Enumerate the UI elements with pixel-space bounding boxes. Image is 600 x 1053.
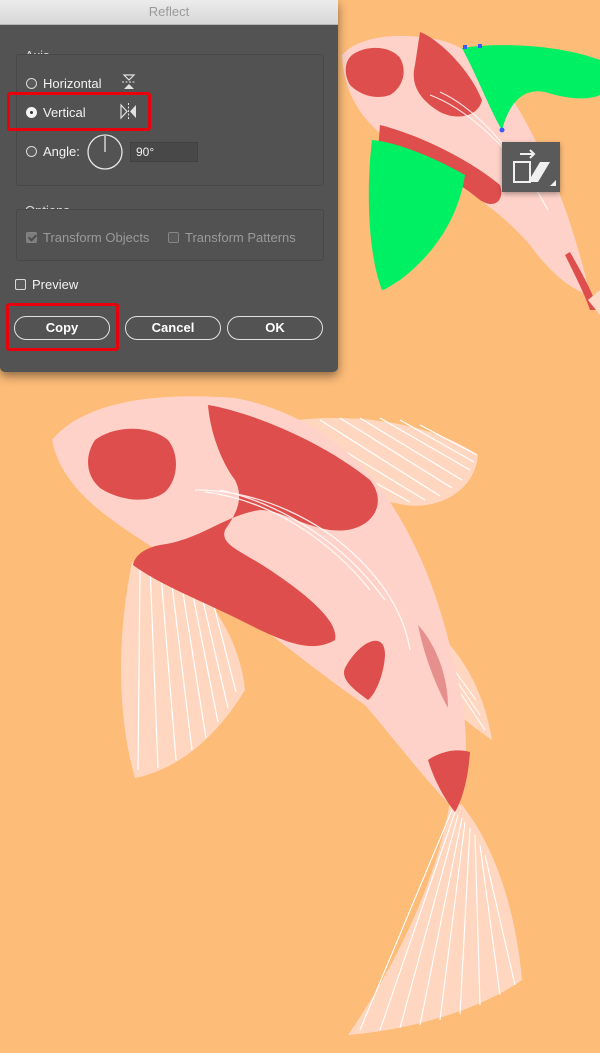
radio-angle-label: Angle: (43, 144, 80, 159)
radio-horizontal[interactable]: Horizontal (26, 76, 102, 91)
checkbox[interactable] (15, 279, 26, 290)
koi-tail (348, 800, 522, 1035)
anchor-point[interactable] (463, 45, 467, 49)
checkbox[interactable] (168, 232, 179, 243)
ok-button[interactable]: OK (227, 316, 323, 340)
radio-button[interactable] (26, 78, 37, 89)
transform-panel-icon (513, 149, 556, 186)
transform-objects-label: Transform Objects (43, 230, 150, 245)
radio-horizontal-label: Horizontal (43, 76, 102, 91)
radio-button[interactable] (26, 146, 37, 157)
preview-checkbox[interactable]: Preview (15, 277, 78, 292)
copy-highlight-box (6, 303, 119, 351)
anchor-point[interactable] (478, 44, 482, 48)
transform-objects-checkbox[interactable]: Transform Objects (26, 230, 149, 245)
cancel-button[interactable]: Cancel (125, 316, 221, 340)
checkbox[interactable] (26, 232, 37, 243)
koi-fish-copy[interactable] (342, 32, 600, 315)
reflect-horizontal-icon (122, 74, 136, 89)
reflect-dialog: Reflect Axis Horizontal Vertical Angle: … (0, 0, 338, 372)
transform-patterns-checkbox[interactable]: Transform Patterns (168, 230, 296, 245)
angle-input[interactable]: 90° (130, 142, 198, 162)
transform-panel[interactable] (502, 142, 560, 192)
dialog-title: Reflect (0, 0, 338, 25)
koi-fish-main[interactable] (52, 396, 522, 1035)
vertical-highlight-box (7, 92, 151, 131)
radio-angle[interactable]: Angle: (26, 144, 80, 159)
angle-dial-icon[interactable] (86, 133, 124, 171)
transform-patterns-label: Transform Patterns (185, 230, 296, 245)
anchor-point[interactable] (499, 127, 505, 133)
preview-label: Preview (32, 277, 79, 292)
